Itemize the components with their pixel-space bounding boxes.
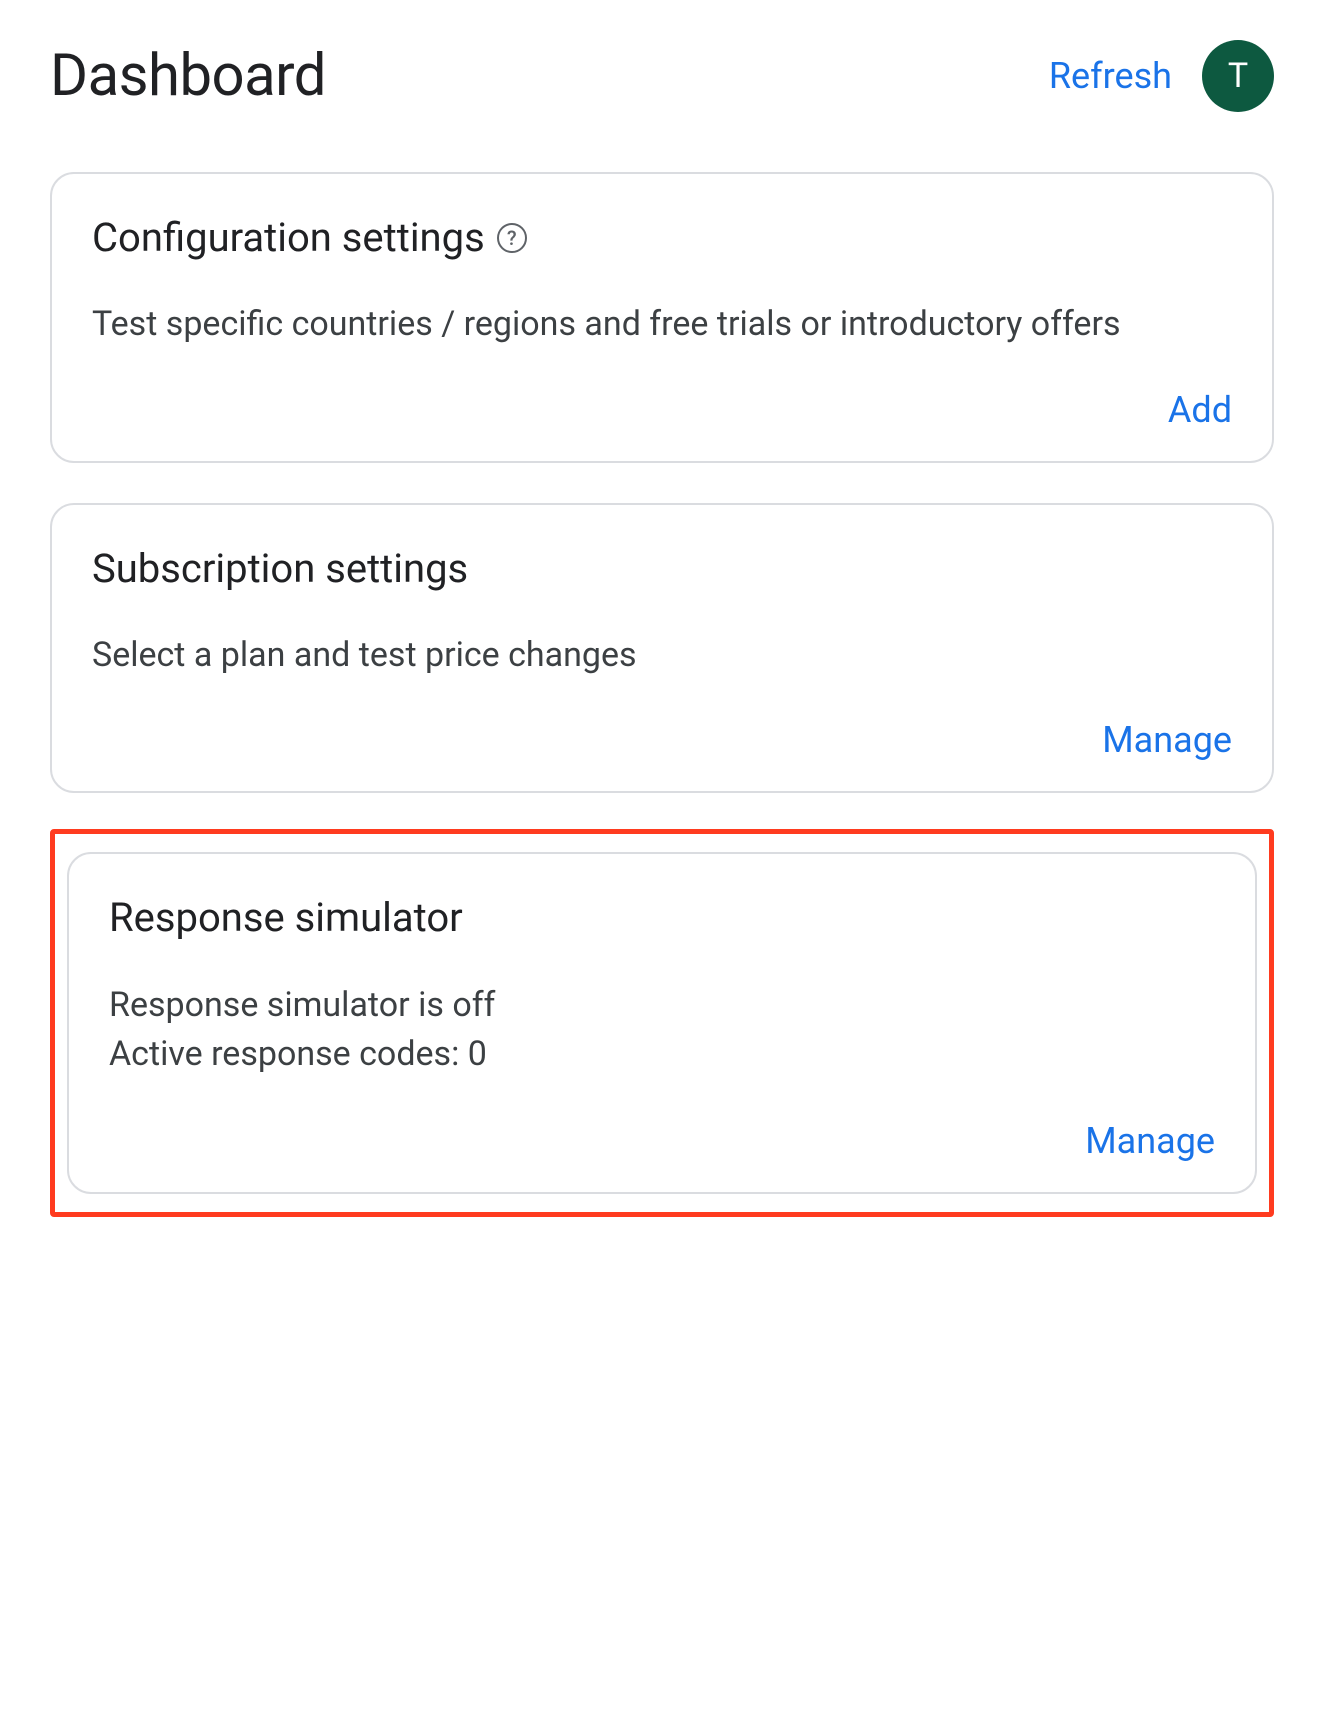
subscription-card-title: Subscription settings: [92, 545, 468, 592]
help-icon[interactable]: ?: [497, 223, 527, 253]
avatar[interactable]: T: [1202, 40, 1274, 112]
configuration-add-button[interactable]: Add: [1168, 389, 1232, 431]
response-simulator-card: Response simulator Response simulator is…: [67, 852, 1257, 1194]
card-title-row: Subscription settings: [92, 545, 1232, 592]
refresh-button[interactable]: Refresh: [1049, 55, 1172, 97]
header: Dashboard Refresh T: [50, 40, 1274, 112]
card-title-row: Response simulator: [109, 894, 1215, 941]
configuration-card-title: Configuration settings: [92, 214, 485, 261]
configuration-settings-card: Configuration settings ? Test specific c…: [50, 172, 1274, 463]
page-title: Dashboard: [50, 42, 326, 110]
card-action-row: Manage: [109, 1120, 1215, 1162]
card-action-row: Manage: [92, 719, 1232, 761]
response-simulator-manage-button[interactable]: Manage: [1085, 1120, 1215, 1162]
header-actions: Refresh T: [1049, 40, 1274, 112]
configuration-card-description: Test specific countries / regions and fr…: [92, 301, 1232, 349]
subscription-manage-button[interactable]: Manage: [1102, 719, 1232, 761]
response-simulator-card-title: Response simulator: [109, 894, 463, 941]
response-simulator-codes-line: Active response codes: 0: [109, 1030, 1215, 1079]
subscription-card-description: Select a plan and test price changes: [92, 632, 1232, 680]
response-simulator-status: Response simulator is off Active respons…: [109, 981, 1215, 1080]
response-simulator-highlight: Response simulator Response simulator is…: [50, 829, 1274, 1217]
card-action-row: Add: [92, 389, 1232, 431]
response-simulator-status-line: Response simulator is off: [109, 981, 1215, 1030]
subscription-settings-card: Subscription settings Select a plan and …: [50, 503, 1274, 794]
card-title-row: Configuration settings ?: [92, 214, 1232, 261]
